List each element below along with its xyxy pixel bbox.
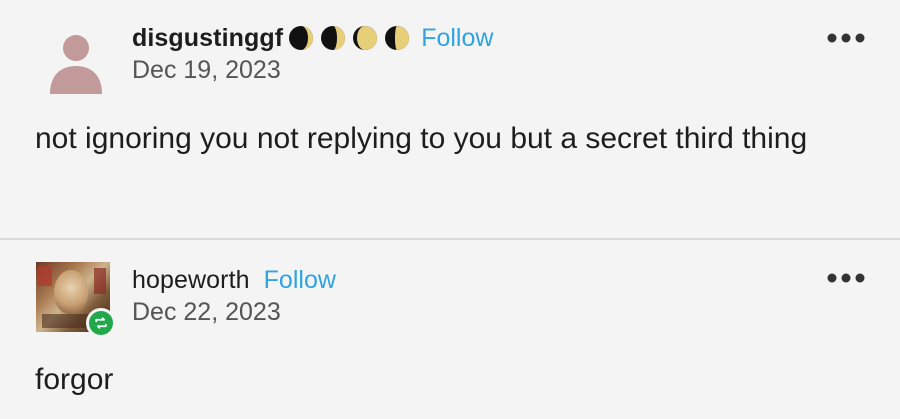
post2-date[interactable]: Dec 22, 2023 [132,298,281,327]
default-avatar-icon[interactable] [44,32,108,96]
moon-badge-icon [321,26,346,50]
post1-follow-button[interactable]: Follow [421,24,493,53]
post1-badges [287,24,411,52]
moon-badge-icon [385,26,410,50]
post2-username[interactable]: hopeworth [132,266,250,295]
post2-follow-button[interactable]: Follow [264,266,336,295]
post1-date[interactable]: Dec 19, 2023 [132,56,281,85]
reblog-icon [86,308,116,338]
more-options-icon[interactable] [826,272,866,284]
post1-body: not ignoring you not replying to you but… [35,122,808,155]
more-options-icon[interactable] [826,32,866,44]
moon-badge-icon [289,26,314,50]
post1-username[interactable]: disgustinggf [132,24,283,53]
post-divider [0,238,900,240]
moon-badge-icon [353,26,378,50]
post1-header: disgustinggf Follow [132,22,493,54]
post2-header: hopeworth Follow [132,264,336,296]
post2-body: forgor [35,363,114,396]
